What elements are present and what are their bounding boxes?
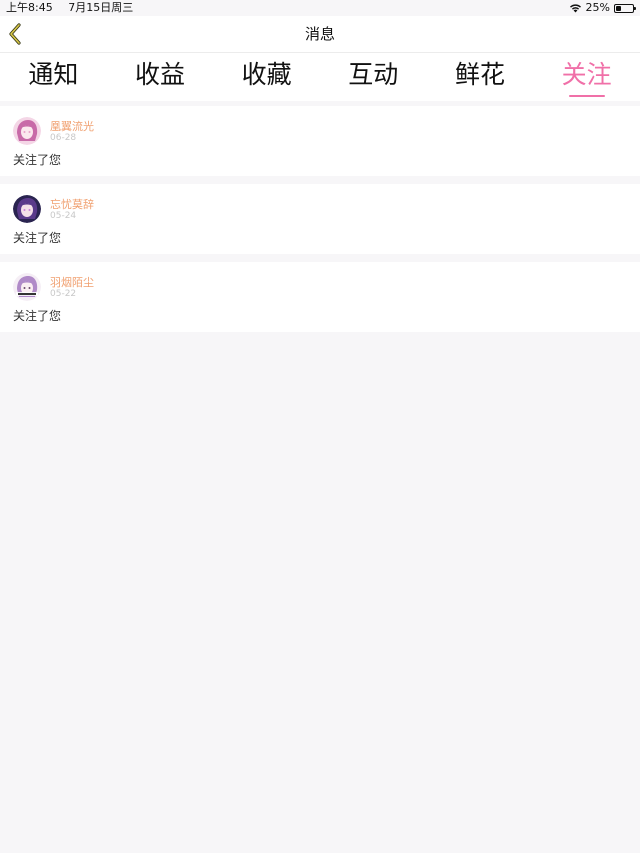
tab-interactions[interactable]: 互动 [328, 53, 418, 101]
user-name[interactable]: 忘忧莫辞 [50, 198, 94, 211]
list-item[interactable]: 忘忧莫辞 05-24 关注了您 [0, 184, 640, 254]
tab-flowers[interactable]: 鲜花 [435, 53, 525, 101]
tab-favorites[interactable]: 收藏 [222, 53, 312, 101]
notification-message: 关注了您 [13, 153, 62, 167]
notification-date: 06-28 [50, 133, 77, 143]
avatar[interactable] [13, 273, 41, 301]
user-name[interactable]: 凰翼流光 [50, 120, 94, 133]
tab-label: 通知 [28, 60, 79, 89]
nav-bar: 消息 [0, 16, 640, 53]
wifi-icon [569, 4, 581, 13]
list-item[interactable]: 凰翼流光 06-28 关注了您 [0, 106, 640, 176]
battery-icon [614, 3, 636, 13]
tab-label: 鲜花 [454, 60, 505, 89]
status-time: 上午8:45 [6, 1, 53, 14]
tab-label: 关注 [561, 60, 612, 89]
status-left: 上午8:45 7月15日周三 [6, 0, 133, 16]
tab-label: 互动 [348, 60, 399, 89]
status-right: 25% [569, 0, 636, 16]
notification-date: 05-24 [50, 211, 77, 221]
status-bar: 上午8:45 7月15日周三 25% [0, 0, 640, 16]
tab-label: 收藏 [241, 60, 292, 89]
avatar[interactable] [13, 195, 41, 223]
tab-label: 收益 [134, 60, 185, 89]
battery-fill [616, 5, 621, 11]
notification-date: 05-22 [50, 289, 77, 299]
avatar[interactable] [13, 117, 41, 145]
active-tab-indicator [568, 95, 605, 97]
notification-message: 关注了您 [13, 309, 62, 323]
tab-earnings[interactable]: 收益 [115, 53, 205, 101]
notification-list: 凰翼流光 06-28 关注了您 忘忧莫辞 05-24 关注了您 羽烟陌尘 05-22 关注了您 [0, 106, 640, 340]
battery-percent: 25% [585, 1, 610, 14]
list-item[interactable]: 羽烟陌尘 05-22 关注了您 [0, 262, 640, 332]
user-name[interactable]: 羽烟陌尘 [50, 276, 94, 289]
tab-following[interactable]: 关注 [542, 53, 632, 101]
status-date: 7月15日周三 [68, 1, 134, 14]
notification-message: 关注了您 [13, 231, 62, 245]
tab-notifications[interactable]: 通知 [8, 53, 98, 101]
tab-bar: 通知 收益 收藏 互动 鲜花 关注 [0, 53, 640, 101]
page-title: 消息 [304, 25, 335, 43]
